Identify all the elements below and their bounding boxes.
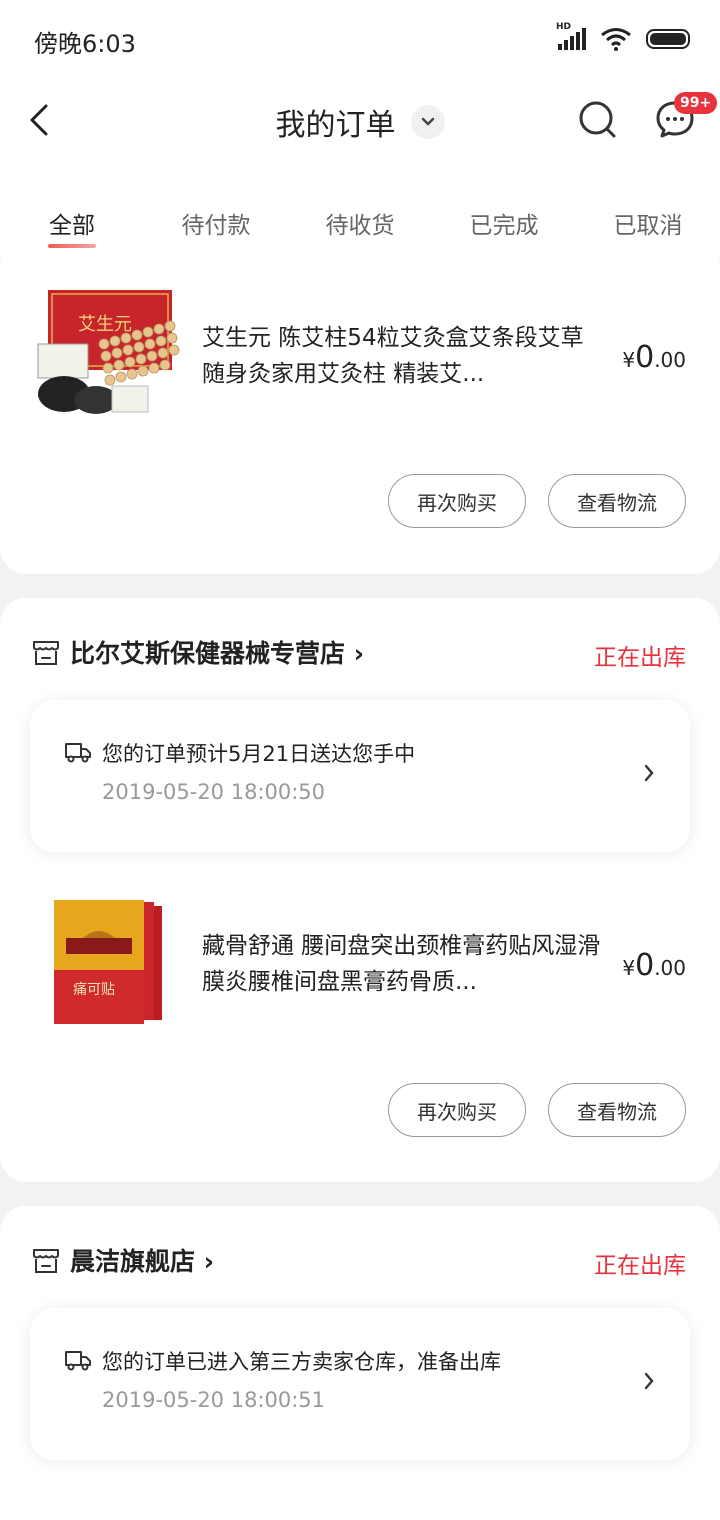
product-title[interactable]: 藏骨舒通 腰间盘突出颈椎膏药贴风湿滑膜炎腰椎间盘黑膏药骨质... [202, 928, 602, 1000]
chevron-down-icon [421, 117, 434, 126]
price-symbol: ¥ [622, 956, 636, 980]
tab-completed[interactable]: 已完成 [449, 206, 559, 240]
order-status: 正在出库 [594, 1253, 686, 1279]
chevron-right-icon: › [353, 639, 365, 668]
price-integer: 0 [635, 948, 655, 983]
store-name[interactable]: 晨洁旗舰店 › [70, 1242, 214, 1278]
store-row[interactable]: 晨洁旗舰店 › 正在出库 [32, 1240, 686, 1280]
logistics-message: 您的订单已进入第三方卖家仓库，准备出库 [102, 1350, 501, 1374]
active-tab-indicator [48, 244, 96, 248]
rebuy-button[interactable]: 再次购买 [388, 1083, 526, 1137]
chevron-right-icon [644, 1372, 654, 1390]
chevron-right-icon [644, 764, 654, 782]
truck-icon [65, 1351, 91, 1371]
product-title[interactable]: 艾生元 陈艾柱54粒艾灸盒艾条段艾草随身灸家用艾灸柱 精装艾... [202, 320, 602, 392]
title-dropdown-button[interactable] [410, 105, 445, 139]
price-decimal: .00 [654, 348, 686, 372]
store-icon [33, 1249, 59, 1273]
product-image-label: 艾生元 [78, 314, 132, 335]
rebuy-button[interactable]: 再次购买 [388, 474, 526, 528]
product-image-label: 痛可贴 [73, 981, 115, 998]
logistics-card[interactable]: 您的订单已进入第三方卖家仓库，准备出库 2019-05-20 18:00:51 [30, 1308, 690, 1460]
tab-cancelled[interactable]: 已取消 [593, 206, 703, 240]
order-card: 比尔艾斯保健器械专营店 › 正在出库 您的订单预计5月21日送达您手中 2019… [0, 598, 720, 1182]
store-name[interactable]: 比尔艾斯保健器械专营店 › [70, 634, 364, 670]
logistics-timestamp: 2019-05-20 18:00:51 [102, 1388, 326, 1412]
product-image[interactable]: 艾生元 [34, 288, 184, 418]
header: 我的订单 99+ 全部 待付款 待收货 已完成 已取消 [0, 80, 720, 280]
network-type-label: HD [556, 22, 572, 32]
order-tabs: 全部 待付款 待收货 已完成 已取消 [0, 206, 720, 266]
wifi-icon [601, 28, 631, 51]
price-symbol: ¥ [622, 348, 636, 372]
price-integer: 0 [635, 340, 655, 375]
view-logistics-button[interactable]: 查看物流 [548, 1083, 686, 1137]
truck-icon [65, 743, 91, 763]
store-icon [33, 641, 59, 665]
product-price: ¥0.00 [622, 948, 686, 983]
logistics-message: 您的订单预计5月21日送达您手中 [102, 742, 416, 766]
product-image[interactable]: 痛可贴 [34, 898, 184, 1028]
order-card: 晨洁旗舰店 › 正在出库 您的订单已进入第三方卖家仓库，准备出库 2019-05… [0, 1206, 720, 1520]
status-time: 傍晚6:03 [34, 30, 136, 58]
page-title: 我的订单 [275, 108, 396, 143]
order-status: 正在出库 [594, 645, 686, 671]
battery-icon [646, 29, 690, 49]
tab-pending-payment[interactable]: 待付款 [161, 206, 271, 240]
status-bar: 傍晚6:03 HD [0, 0, 720, 80]
tab-pending-receipt[interactable]: 待收货 [305, 206, 415, 240]
chevron-right-icon: › [203, 1247, 215, 1276]
price-decimal: .00 [654, 956, 686, 980]
logistics-timestamp: 2019-05-20 18:00:50 [102, 780, 326, 804]
view-logistics-button[interactable]: 查看物流 [548, 474, 686, 528]
store-row[interactable]: 比尔艾斯保健器械专营店 › 正在出库 [32, 632, 686, 672]
search-icon[interactable] [576, 98, 618, 140]
order-card: 艾生元 艾生元 陈艾柱54粒艾灸盒艾条段艾草随身灸家用艾灸柱 精装艾... ¥0… [0, 262, 720, 574]
tab-all[interactable]: 全部 [17, 206, 127, 240]
message-badge: 99+ [674, 92, 718, 114]
product-price: ¥0.00 [622, 340, 686, 375]
logistics-card[interactable]: 您的订单预计5月21日送达您手中 2019-05-20 18:00:50 [30, 700, 690, 852]
signal-icon: HD [556, 22, 586, 50]
status-icons: HD [556, 22, 690, 54]
